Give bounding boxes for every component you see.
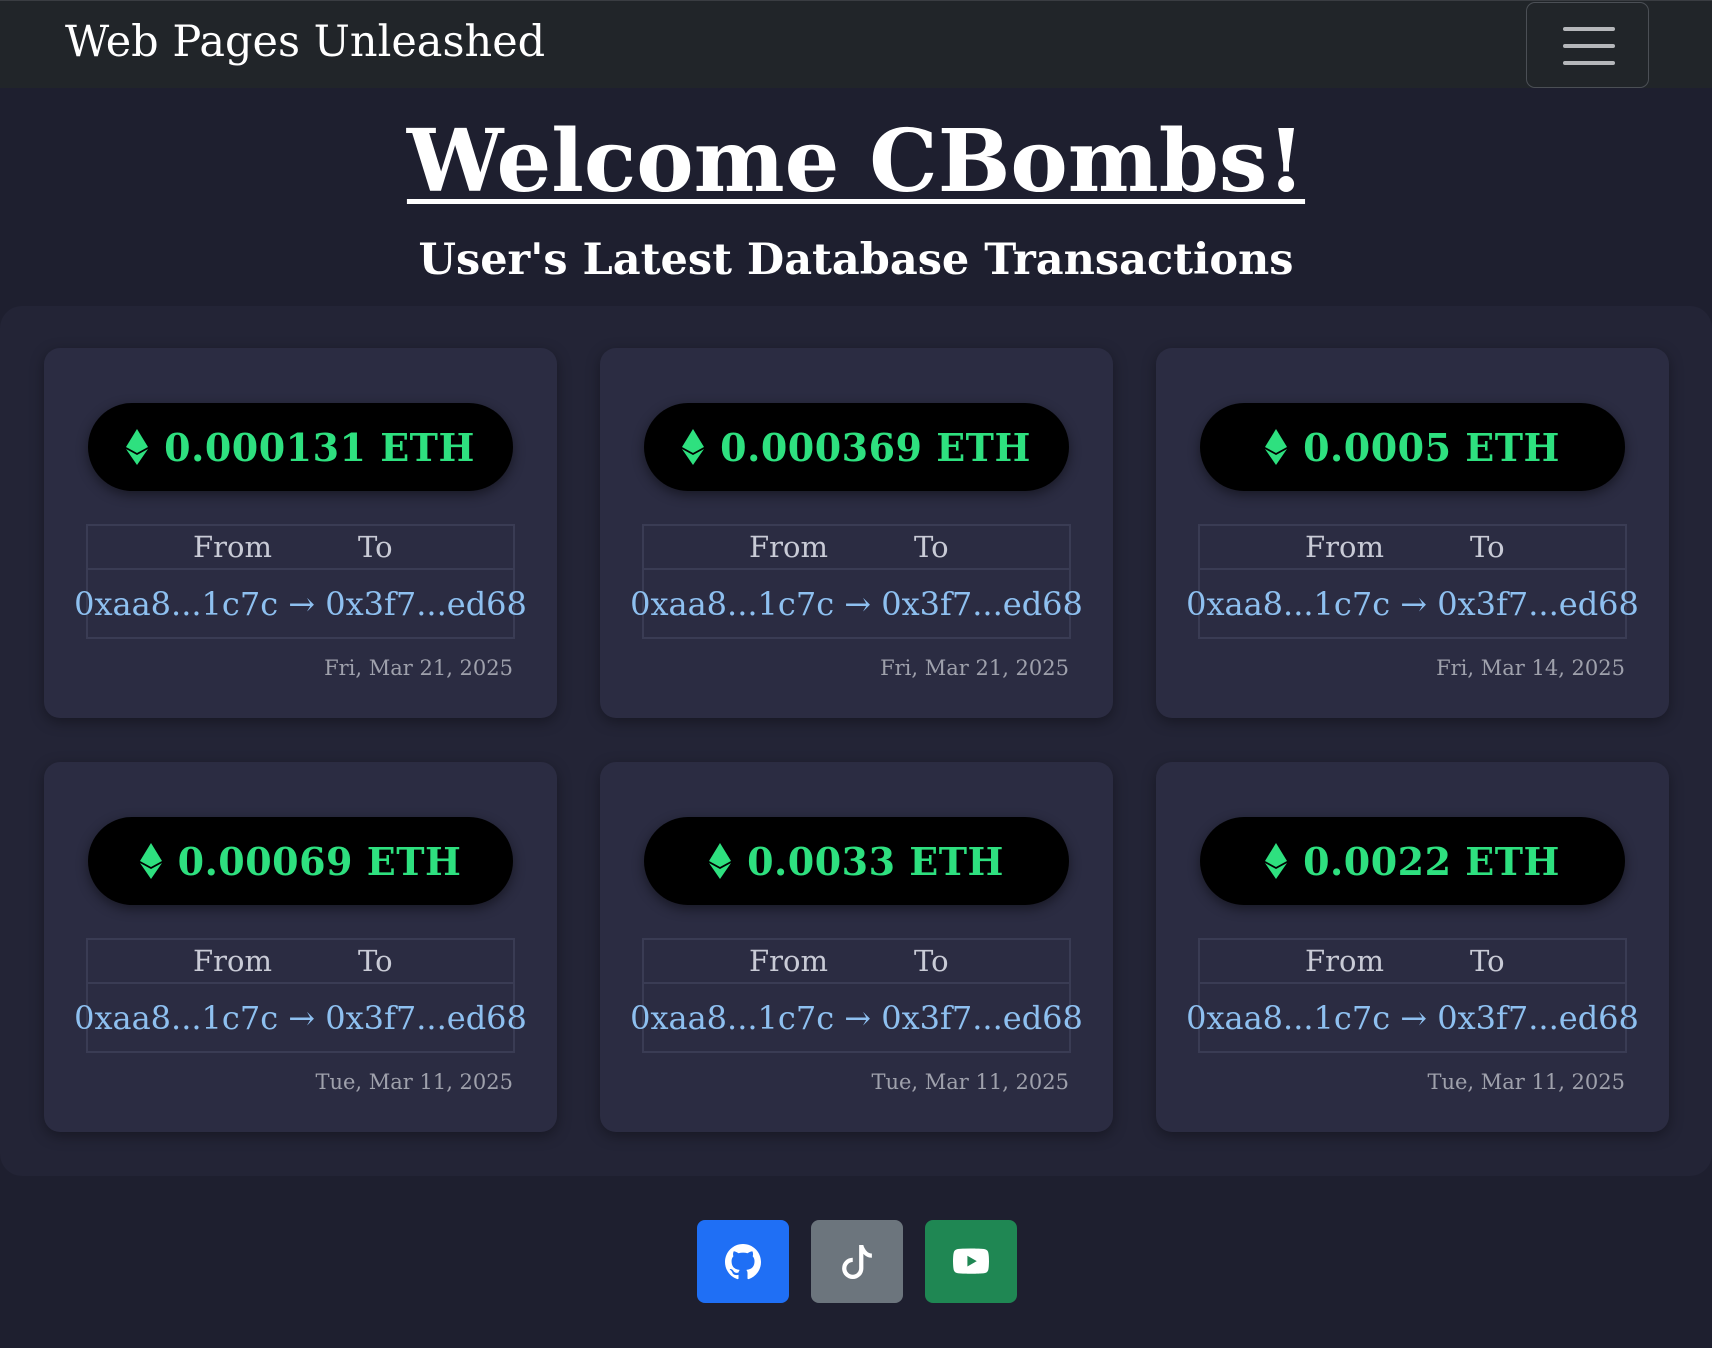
transaction-card: 0.000131 ETH From To 0xaa8...1c7c → 0x3f…	[44, 348, 557, 718]
table-header: From To	[1200, 526, 1625, 570]
table-header: From To	[88, 526, 513, 570]
to-header: To	[914, 944, 949, 978]
transaction-date: Fri, Mar 21, 2025	[880, 656, 1069, 680]
transaction-date: Fri, Mar 21, 2025	[324, 656, 513, 680]
amount-badge: 0.000131 ETH	[88, 403, 513, 491]
transaction-table: From To 0xaa8...1c7c → 0x3f7...ed68	[74, 938, 527, 1053]
hamburger-menu-button[interactable]	[1526, 2, 1649, 88]
table-header: From To	[644, 940, 1069, 984]
from-header: From	[1305, 530, 1384, 564]
transaction-table: From To 0xaa8...1c7c → 0x3f7...ed68	[1186, 524, 1639, 639]
table-header: From To	[1200, 940, 1625, 984]
address-route: 0xaa8...1c7c → 0x3f7...ed68	[74, 584, 527, 623]
amount-value: 0.000369 ETH	[720, 424, 1031, 470]
transaction-date: Fri, Mar 14, 2025	[1436, 656, 1625, 680]
amount-value: 0.00069 ETH	[177, 838, 462, 884]
transaction-date: Tue, Mar 11, 2025	[315, 1070, 513, 1094]
amount-value: 0.0033 ETH	[747, 838, 1004, 884]
amount-badge: 0.0005 ETH	[1200, 403, 1625, 491]
tiktok-button[interactable]	[811, 1220, 903, 1303]
youtube-button[interactable]	[925, 1220, 1017, 1303]
hamburger-menu-icon	[1563, 27, 1615, 31]
to-header: To	[1470, 944, 1505, 978]
amount-badge: 0.000369 ETH	[644, 403, 1069, 491]
to-header: To	[358, 530, 393, 564]
amount-value: 0.0005 ETH	[1303, 424, 1560, 470]
table-header: From To	[88, 940, 513, 984]
brand-link[interactable]: Web Pages Unleashed	[65, 17, 545, 67]
ethereum-icon	[139, 843, 162, 879]
amount-badge: 0.00069 ETH	[88, 817, 513, 905]
ethereum-icon	[1265, 429, 1288, 465]
from-header: From	[749, 530, 828, 564]
from-header: From	[1305, 944, 1384, 978]
address-route: 0xaa8...1c7c → 0x3f7...ed68	[1186, 584, 1639, 623]
transaction-card: 0.0022 ETH From To 0xaa8...1c7c → 0x3f7.…	[1156, 762, 1669, 1132]
from-header: From	[749, 944, 828, 978]
address-route: 0xaa8...1c7c → 0x3f7...ed68	[630, 584, 1083, 623]
transaction-date: Tue, Mar 11, 2025	[1427, 1070, 1625, 1094]
page-title: Welcome CBombs!	[0, 112, 1712, 212]
amount-badge: 0.0033 ETH	[644, 817, 1069, 905]
transaction-table: From To 0xaa8...1c7c → 0x3f7...ed68	[1186, 938, 1639, 1053]
navbar: Web Pages Unleashed	[0, 0, 1712, 88]
ethereum-icon	[709, 843, 732, 879]
transactions-grid: 0.000131 ETH From To 0xaa8...1c7c → 0x3f…	[44, 348, 1669, 1132]
transaction-card: 0.00069 ETH From To 0xaa8...1c7c → 0x3f7…	[44, 762, 557, 1132]
transaction-table: From To 0xaa8...1c7c → 0x3f7...ed68	[630, 524, 1083, 639]
ethereum-icon	[682, 429, 705, 465]
to-header: To	[914, 530, 949, 564]
amount-value: 0.000131 ETH	[164, 424, 475, 470]
address-route: 0xaa8...1c7c → 0x3f7...ed68	[1186, 998, 1639, 1037]
transaction-table: From To 0xaa8...1c7c → 0x3f7...ed68	[630, 938, 1083, 1053]
address-route: 0xaa8...1c7c → 0x3f7...ed68	[74, 998, 527, 1037]
ethereum-icon	[1265, 843, 1288, 879]
amount-value: 0.0022 ETH	[1303, 838, 1560, 884]
github-button[interactable]	[697, 1220, 789, 1303]
transaction-table: From To 0xaa8...1c7c → 0x3f7...ed68	[74, 524, 527, 639]
transaction-card: 0.0033 ETH From To 0xaa8...1c7c → 0x3f7.…	[600, 762, 1113, 1132]
ethereum-icon	[126, 429, 149, 465]
youtube-icon	[953, 1247, 989, 1274]
transaction-card: 0.0005 ETH From To 0xaa8...1c7c → 0x3f7.…	[1156, 348, 1669, 718]
table-header: From To	[644, 526, 1069, 570]
github-icon	[725, 1243, 761, 1279]
transaction-card: 0.000369 ETH From To 0xaa8...1c7c → 0x3f…	[600, 348, 1113, 718]
welcome-link[interactable]: Welcome CBombs!	[407, 111, 1305, 212]
amount-badge: 0.0022 ETH	[1200, 817, 1625, 905]
address-route: 0xaa8...1c7c → 0x3f7...ed68	[630, 998, 1083, 1037]
to-header: To	[358, 944, 393, 978]
transaction-date: Tue, Mar 11, 2025	[871, 1070, 1069, 1094]
page-subtitle: User's Latest Database Transactions	[418, 235, 1294, 285]
social-links	[697, 1220, 1017, 1303]
tiktok-icon	[842, 1244, 872, 1279]
to-header: To	[1470, 530, 1505, 564]
from-header: From	[193, 944, 272, 978]
from-header: From	[193, 530, 272, 564]
